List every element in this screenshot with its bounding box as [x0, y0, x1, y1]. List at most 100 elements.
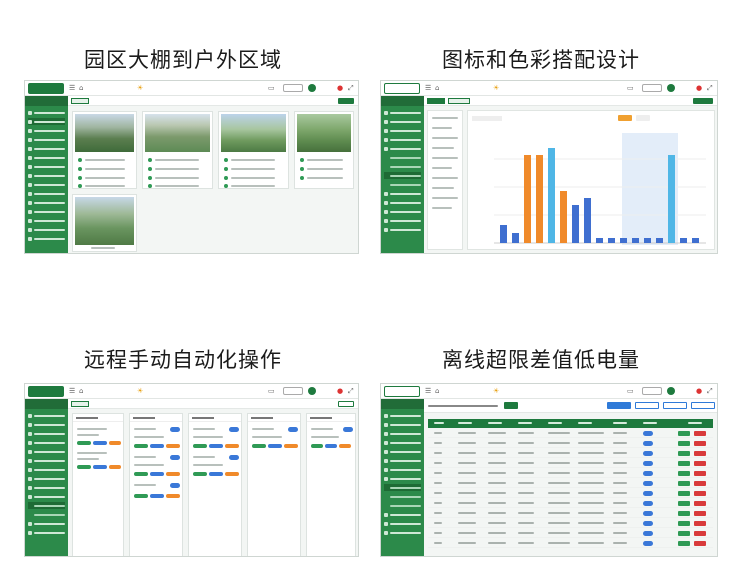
sidebar-item[interactable]	[28, 493, 65, 500]
orange-tab[interactable]	[618, 115, 632, 121]
toggle-switch[interactable]	[170, 483, 180, 488]
sidebar-item[interactable]	[28, 484, 65, 491]
sidebar-item[interactable]	[28, 127, 65, 134]
toggle-switch[interactable]	[643, 471, 653, 476]
toggle-switch[interactable]	[643, 491, 653, 496]
sidebar-item[interactable]	[28, 466, 65, 473]
toggle-switch[interactable]	[643, 431, 653, 436]
area-card[interactable]	[72, 194, 137, 252]
delete-button[interactable]	[694, 471, 706, 476]
fullscreen-icon[interactable]: ⤢	[348, 387, 354, 395]
toggle-switch[interactable]	[643, 481, 653, 486]
edit-button[interactable]	[678, 451, 690, 456]
edit-button[interactable]	[678, 471, 690, 476]
menu-icon[interactable]: ☰	[69, 84, 75, 92]
fullscreen-icon[interactable]: ⤢	[707, 84, 713, 92]
sidebar-item[interactable]	[28, 136, 65, 143]
sidebar-item[interactable]	[384, 448, 421, 455]
delete-button[interactable]	[694, 481, 706, 486]
avatar[interactable]	[308, 84, 316, 92]
sidebar-item[interactable]	[384, 145, 421, 152]
sidebar-item[interactable]	[384, 430, 421, 437]
avatar[interactable]	[667, 84, 675, 92]
monitor-icon[interactable]: ▭	[627, 387, 634, 395]
delete-button[interactable]	[694, 451, 706, 456]
sidebar-item[interactable]	[28, 412, 65, 419]
sidebar-item[interactable]	[384, 199, 421, 206]
home-icon[interactable]: ⌂	[79, 84, 83, 92]
sidebar-subitem[interactable]	[384, 181, 421, 188]
avatar[interactable]	[667, 387, 675, 395]
home-icon[interactable]: ⌂	[435, 387, 439, 395]
sidebar-item[interactable]	[384, 520, 421, 527]
menu-icon[interactable]: ☰	[425, 84, 431, 92]
delete-button[interactable]	[694, 541, 706, 546]
sidebar-item[interactable]	[28, 163, 65, 170]
menu-icon[interactable]: ☰	[69, 387, 75, 395]
edit-button[interactable]	[678, 521, 690, 526]
tab-button[interactable]	[635, 402, 659, 409]
edit-button[interactable]	[678, 441, 690, 446]
sidebar-item[interactable]	[28, 430, 65, 437]
sidebar-item[interactable]	[28, 190, 65, 197]
avatar[interactable]	[308, 387, 316, 395]
sidebar-item[interactable]	[28, 145, 65, 152]
toggle-switch[interactable]	[288, 427, 298, 432]
sidebar-item[interactable]	[384, 412, 421, 419]
sidebar-item[interactable]	[384, 127, 421, 134]
sidebar-item[interactable]	[384, 421, 421, 428]
sidebar-subitem[interactable]	[384, 484, 421, 491]
monitor-icon[interactable]: ▭	[268, 387, 275, 395]
delete-button[interactable]	[694, 431, 706, 436]
sidebar-item[interactable]	[28, 475, 65, 482]
sidebar-item[interactable]	[384, 439, 421, 446]
monitor-icon[interactable]: ▭	[268, 84, 275, 92]
bell-icon[interactable]: ●	[696, 387, 702, 395]
area-card[interactable]	[294, 111, 354, 189]
fullscreen-icon[interactable]: ⤢	[348, 84, 354, 92]
sidebar-item[interactable]	[28, 457, 65, 464]
delete-button[interactable]	[694, 461, 706, 466]
sidebar-item[interactable]	[28, 154, 65, 161]
toggle-switch[interactable]	[643, 521, 653, 526]
toggle-switch[interactable]	[229, 455, 239, 460]
edit-button[interactable]	[678, 431, 690, 436]
sidebar-item[interactable]	[28, 529, 65, 536]
monitor-icon[interactable]: ▭	[627, 84, 634, 92]
toggle-switch[interactable]	[643, 511, 653, 516]
sidebar-item[interactable]	[28, 109, 65, 116]
sidebar-item[interactable]	[384, 226, 421, 233]
delete-button[interactable]	[694, 521, 706, 526]
sidebar-item[interactable]	[384, 136, 421, 143]
sidebar-item[interactable]	[28, 448, 65, 455]
tab-button[interactable]	[663, 402, 687, 409]
sidebar-subitem[interactable]	[28, 511, 65, 518]
edit-button[interactable]	[678, 491, 690, 496]
sidebar-item[interactable]	[384, 457, 421, 464]
toggle-switch[interactable]	[643, 461, 653, 466]
sidebar-item[interactable]	[384, 190, 421, 197]
area-card[interactable]	[72, 111, 137, 189]
edit-button[interactable]	[678, 541, 690, 546]
toggle-switch[interactable]	[170, 427, 180, 432]
toggle-switch[interactable]	[229, 427, 239, 432]
sidebar-item[interactable]	[384, 466, 421, 473]
toggle-switch[interactable]	[643, 441, 653, 446]
bell-icon[interactable]: ●	[337, 387, 343, 395]
sidebar-subitem[interactable]	[384, 493, 421, 500]
toggle-switch[interactable]	[170, 455, 180, 460]
sidebar-item[interactable]	[28, 118, 65, 125]
bell-icon[interactable]: ●	[337, 84, 343, 92]
sidebar-item[interactable]	[384, 109, 421, 116]
edit-button[interactable]	[678, 531, 690, 536]
menu-icon[interactable]: ☰	[425, 387, 431, 395]
home-icon[interactable]: ⌂	[435, 84, 439, 92]
fullscreen-icon[interactable]: ⤢	[707, 387, 713, 395]
sidebar-item[interactable]	[384, 529, 421, 536]
switch-button[interactable]	[642, 84, 662, 92]
switch-button[interactable]	[283, 387, 303, 395]
home-icon[interactable]: ⌂	[79, 387, 83, 395]
edit-button[interactable]	[678, 461, 690, 466]
toggle-switch[interactable]	[643, 541, 653, 546]
edit-button[interactable]	[678, 481, 690, 486]
